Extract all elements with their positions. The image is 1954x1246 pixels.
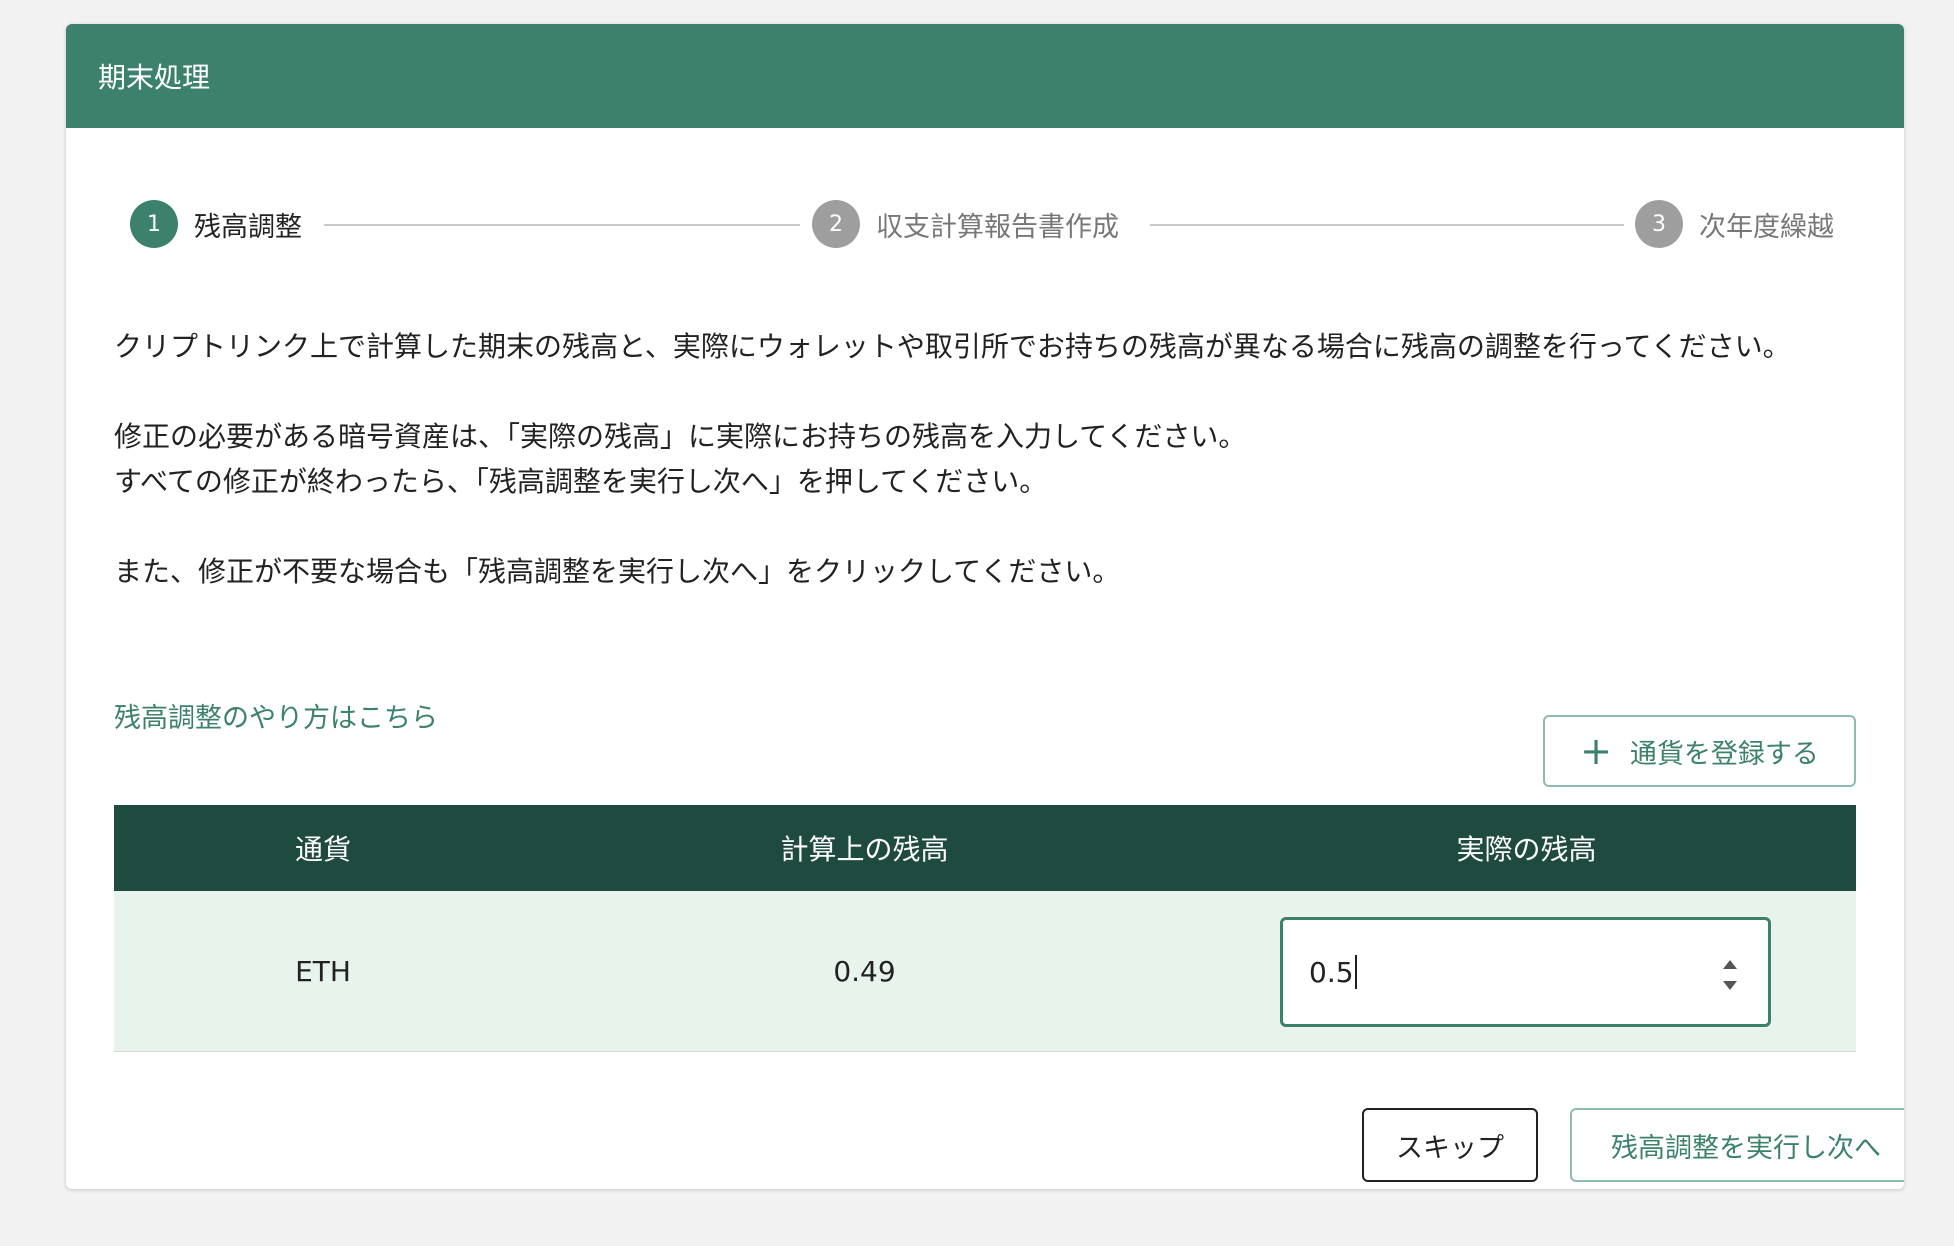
step-balance-adjustment: 1 残高調整 bbox=[130, 200, 302, 248]
column-header-calculated-balance: 計算上の残高 bbox=[780, 833, 949, 866]
step-income-report: 2 収支計算報告書作成 bbox=[812, 200, 1119, 248]
plus-icon: + bbox=[1580, 729, 1612, 773]
instruction-paragraph: すべての修正が終わったら、「残高調整を実行し次へ」を押してください。 bbox=[114, 465, 1048, 498]
stepper: 1 残高調整 2 収支計算報告書作成 3 次年度繰越 bbox=[66, 176, 1904, 272]
instruction-paragraph: 修正の必要がある暗号資産は、「実際の残高」に実際にお持ちの残高を入力してください… bbox=[114, 420, 1247, 453]
spinner-up-icon[interactable] bbox=[1723, 960, 1737, 969]
help-link[interactable]: 残高調整のやり方はこちら bbox=[114, 696, 438, 735]
step-label-1: 残高調整 bbox=[194, 211, 302, 243]
page-title: 期末処理 bbox=[98, 61, 211, 94]
currency-cell: ETH bbox=[295, 954, 351, 988]
number-spinner[interactable] bbox=[1722, 960, 1738, 990]
step-carry-forward: 3 次年度繰越 bbox=[1635, 200, 1834, 248]
column-header-currency: 通貨 bbox=[294, 833, 351, 866]
step-number-3: 3 bbox=[1635, 200, 1683, 248]
add-currency-label: 通貨を登録する bbox=[1629, 738, 1819, 770]
step-number-2: 2 bbox=[812, 200, 860, 248]
step-label-3: 次年度繰越 bbox=[1699, 211, 1834, 243]
column-header-actual-balance: 実際の残高 bbox=[1456, 833, 1597, 866]
step-label-2: 収支計算報告書作成 bbox=[876, 211, 1119, 243]
skip-button[interactable]: スキップ bbox=[1362, 1108, 1538, 1182]
instruction-paragraph: また、修正が不要な場合も「残高調整を実行し次へ」をクリックしてください。 bbox=[114, 555, 1121, 588]
spinner-down-icon[interactable] bbox=[1723, 981, 1737, 990]
step-number-1: 1 bbox=[130, 200, 178, 248]
execute-adjustment-next-button[interactable]: 残高調整を実行し次へ bbox=[1570, 1108, 1904, 1182]
step-connector bbox=[324, 224, 800, 226]
card-header: 期末処理 bbox=[66, 24, 1904, 128]
add-currency-button[interactable]: + 通貨を登録する bbox=[1543, 715, 1856, 787]
actual-balance-value: 0.5 bbox=[1309, 955, 1354, 989]
instructions: クリプトリンク上で計算した期末の残高と、実際にウォレットや取引所でお持ちの残高が… bbox=[114, 324, 1856, 594]
actual-balance-input[interactable]: 0.5 bbox=[1280, 917, 1771, 1027]
step-connector bbox=[1150, 224, 1624, 226]
calculated-balance-cell: 0.49 bbox=[833, 954, 896, 988]
balance-table: 通貨 計算上の残高 実際の残高 ETH 0.49 0.5 bbox=[114, 805, 1856, 1052]
text-caret bbox=[1354, 955, 1357, 989]
instruction-paragraph: クリプトリンク上で計算した期末の残高と、実際にウォレットや取引所でお持ちの残高が… bbox=[114, 330, 1791, 363]
table-row: ETH 0.49 0.5 bbox=[114, 891, 1856, 1052]
year-end-card: 期末処理 1 残高調整 2 収支計算報告書作成 3 次年度繰越 クリプトリンク上… bbox=[66, 24, 1904, 1189]
table-header: 通貨 計算上の残高 実際の残高 bbox=[114, 805, 1856, 891]
